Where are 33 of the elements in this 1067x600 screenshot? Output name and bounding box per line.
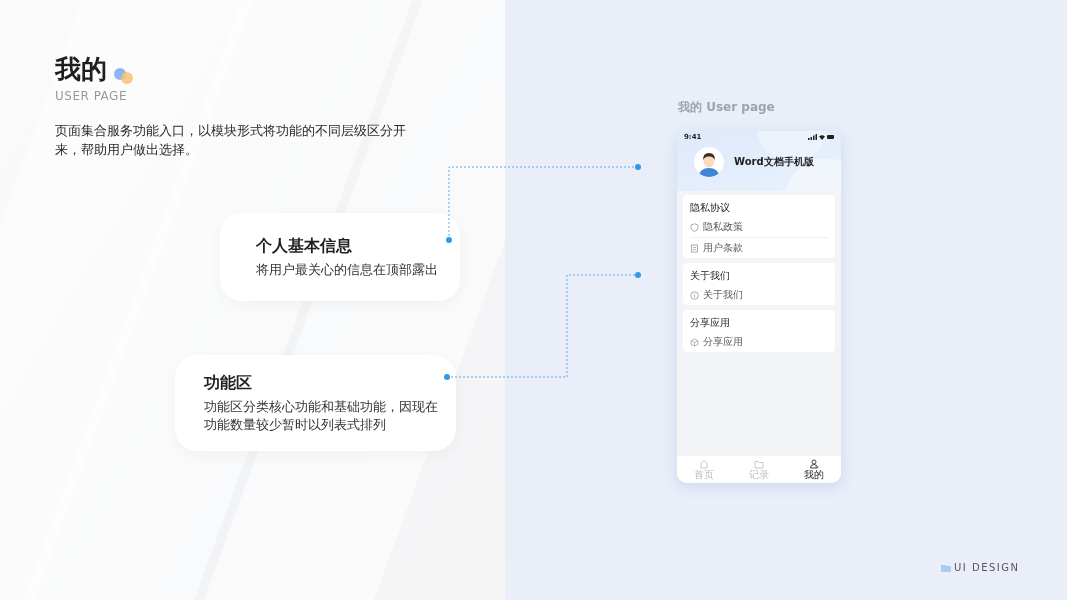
menu-item[interactable]: 关于我们	[690, 285, 828, 305]
menu-item[interactable]: 隐私政策	[690, 217, 828, 238]
page-subtitle: USER PAGE	[55, 89, 128, 103]
footer-label: UI DESIGN	[954, 562, 1020, 573]
document-icon	[690, 243, 699, 253]
menu-item[interactable]: 用户条款	[690, 238, 828, 258]
callout-title: 功能区	[204, 372, 253, 394]
home-icon	[699, 459, 710, 469]
section-title: 隐私协议	[690, 201, 731, 215]
page-description: 页面集合服务功能入口，以模块形式将功能的不同层级区分开来，帮助用户做出选择。	[55, 122, 407, 159]
menu-item-label: 用户条款	[703, 241, 743, 255]
shield-icon	[690, 222, 699, 232]
callout-title: 个人基本信息	[256, 235, 353, 257]
cube-icon	[690, 337, 699, 347]
user-name: Word文档手机版	[734, 155, 814, 169]
folder-icon	[941, 563, 951, 572]
page-title: 我的	[55, 53, 107, 86]
user-icon	[808, 459, 819, 469]
phone-caption: 我的 User page	[678, 99, 775, 116]
section-title: 关于我们	[690, 269, 731, 283]
callout-text: 功能区分类核心功能和基础功能，因现在功能数量较少暂时以列表式排列	[204, 397, 438, 434]
callout-text: 将用户最关心的信息在顶部露出	[256, 260, 439, 279]
menu-item-label: 隐私政策	[703, 220, 743, 234]
section-title: 分享应用	[690, 316, 731, 330]
folder-icon	[754, 459, 764, 469]
info-icon	[690, 290, 699, 300]
dots-icon	[113, 67, 135, 85]
tab[interactable]: 我的	[803, 459, 824, 480]
menu-item-label: 分享应用	[703, 335, 743, 349]
menu-item[interactable]: 分享应用	[690, 332, 828, 352]
menu-item-label: 关于我们	[703, 288, 743, 302]
status-icons	[808, 134, 834, 140]
avatar	[694, 147, 724, 177]
